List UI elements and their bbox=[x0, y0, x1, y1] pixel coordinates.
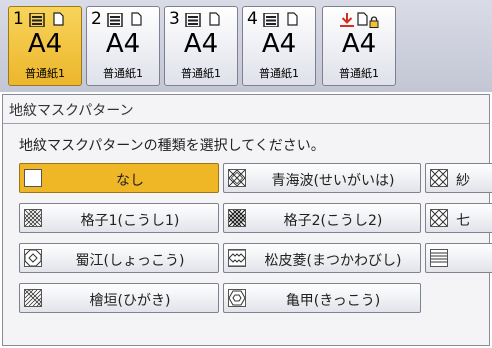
higaki-pattern-icon bbox=[24, 289, 42, 307]
paper-sheet-icon bbox=[357, 12, 368, 26]
tray-number: 3 bbox=[169, 9, 180, 29]
tray-1-button[interactable]: 1 A4 普通紙1 bbox=[8, 6, 82, 86]
paper-stack-icon bbox=[263, 13, 279, 27]
paper-size: A4 bbox=[183, 29, 219, 59]
pattern-shokko-button[interactable]: 蜀江(しょっこう) bbox=[19, 243, 219, 273]
pattern-seigaiha-button[interactable]: 青海波(せいがいは) bbox=[223, 163, 421, 193]
pattern-label: 格子1(こうし1) bbox=[80, 213, 180, 229]
paper-type: 普通紙1 bbox=[25, 67, 65, 80]
tray-number: 1 bbox=[13, 9, 24, 29]
paper-type: 普通紙1 bbox=[259, 67, 299, 80]
pattern-label: 格子2(こうし2) bbox=[283, 213, 383, 229]
download-error-icon bbox=[340, 13, 354, 27]
blank-pattern-icon bbox=[24, 169, 42, 187]
panel-title-bar: 地紋マスクパターン bbox=[3, 95, 489, 124]
seigaiha-pattern-icon bbox=[228, 169, 246, 187]
lattice-pattern-icon bbox=[24, 209, 42, 227]
tray-number: 4 bbox=[247, 9, 258, 29]
pattern-koushi2-button[interactable]: 格子2(こうし2) bbox=[223, 203, 421, 233]
pattern-sha-button[interactable]: 紗 bbox=[425, 163, 492, 193]
shippo-pattern-icon bbox=[430, 209, 448, 227]
paper-size: A4 bbox=[27, 29, 63, 59]
lattice2-pattern-icon bbox=[228, 209, 246, 227]
pattern-higaki-button[interactable]: 檜垣(ひがき) bbox=[19, 283, 219, 313]
lock-icon bbox=[369, 16, 379, 28]
paper-size: A4 bbox=[105, 29, 141, 59]
shokko-pattern-icon bbox=[24, 249, 42, 267]
mask-pattern-panel: 地紋マスクパターン 地紋マスクパターンの種類を選択してください。 なし 青海波(… bbox=[2, 94, 492, 346]
pattern-label: 七 bbox=[456, 213, 470, 229]
pattern-stripe-button[interactable] bbox=[425, 243, 492, 273]
paper-stack-icon bbox=[107, 13, 123, 27]
paper-stack-icon bbox=[29, 13, 45, 27]
pattern-koushi1-button[interactable]: 格子1(こうし1) bbox=[19, 203, 219, 233]
panel-title: 地紋マスクパターン bbox=[9, 103, 134, 119]
tray-number: 2 bbox=[91, 9, 102, 29]
tray-2-button[interactable]: 2 A4 普通紙1 bbox=[86, 6, 160, 86]
paper-type: 普通紙1 bbox=[181, 67, 221, 80]
pattern-label: 蜀江(しょっこう) bbox=[75, 253, 185, 269]
pattern-label: 亀甲(きっこう) bbox=[285, 293, 381, 309]
matsukawabishi-pattern-icon bbox=[228, 249, 246, 267]
paper-sheet-icon bbox=[287, 12, 298, 26]
stripe-pattern-icon bbox=[430, 249, 448, 267]
paper-sheet-icon bbox=[131, 12, 142, 26]
pattern-label: なし bbox=[116, 173, 144, 189]
paper-stack-icon bbox=[185, 13, 201, 27]
paper-type: 普通紙1 bbox=[339, 67, 379, 80]
tray-3-button[interactable]: 3 A4 普通紙1 bbox=[164, 6, 238, 86]
pattern-matsukawabishi-button[interactable]: 松皮菱(まつかわびし) bbox=[223, 243, 421, 273]
diamond-pattern-icon bbox=[430, 169, 448, 187]
paper-sheet-icon bbox=[53, 12, 64, 26]
bypass-tray-button[interactable]: A4 普通紙1 bbox=[322, 6, 396, 86]
pattern-none-button[interactable]: なし bbox=[19, 163, 219, 193]
pattern-shippo-button[interactable]: 七 bbox=[425, 203, 492, 233]
kikko-pattern-icon bbox=[228, 289, 246, 307]
instruction-text: 地紋マスクパターンの種類を選択してください。 bbox=[19, 138, 325, 154]
paper-type: 普通紙1 bbox=[103, 67, 143, 80]
pattern-label: 紗 bbox=[456, 173, 470, 189]
paper-size: A4 bbox=[261, 29, 297, 59]
paper-size: A4 bbox=[341, 29, 377, 59]
pattern-label: 松皮菱(まつかわびし) bbox=[264, 253, 402, 269]
paper-tray-bar: 1 A4 普通紙1 2 A4 普通紙1 3 A4 普通紙1 4 A4 普通紙1 … bbox=[0, 0, 492, 92]
pattern-label: 青海波(せいがいは) bbox=[271, 173, 395, 189]
paper-sheet-icon bbox=[209, 12, 220, 26]
pattern-label: 檜垣(ひがき) bbox=[89, 293, 171, 309]
tray-4-button[interactable]: 4 A4 普通紙1 bbox=[242, 6, 316, 86]
pattern-kikko-button[interactable]: 亀甲(きっこう) bbox=[223, 283, 421, 313]
